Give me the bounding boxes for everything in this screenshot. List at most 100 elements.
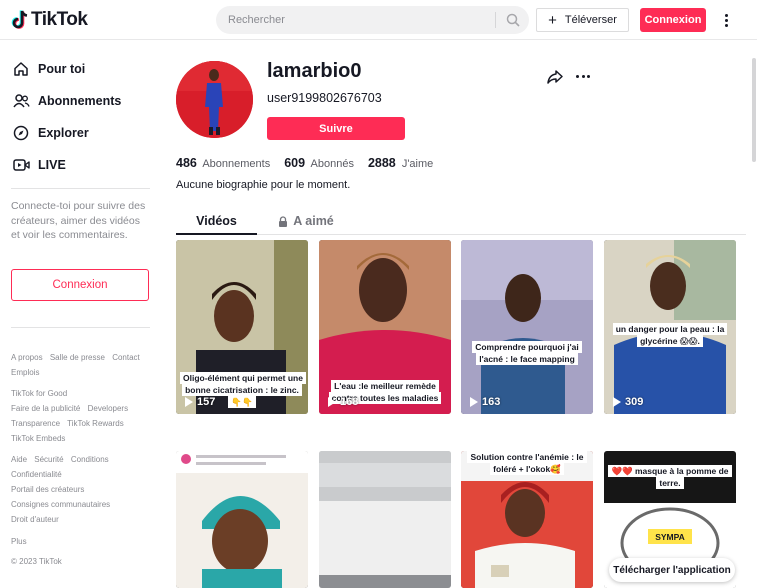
video-caption: Solution contre l'anémie : le foléré + l… xyxy=(465,451,589,475)
footer-link-transparency[interactable]: Transparence xyxy=(11,419,60,428)
scrollbar-thumb[interactable] xyxy=(752,58,756,162)
people-icon xyxy=(12,92,30,110)
logo-text: TikTok xyxy=(31,9,88,30)
nav-item-following[interactable]: Abonnements xyxy=(12,89,121,113)
copyright-text: © 2023 TikTok xyxy=(11,557,62,566)
video-card[interactable]: Oligo-élément qui permet une bonne cicat… xyxy=(176,240,308,414)
footer-link-privacy[interactable]: Confidentialité xyxy=(11,470,62,479)
play-icon xyxy=(185,397,193,407)
more-menu-icon[interactable] xyxy=(720,10,732,30)
avatar-image xyxy=(176,61,253,138)
play-count: 163 xyxy=(470,396,500,408)
login-button[interactable]: Connexion xyxy=(640,8,706,32)
share-icon[interactable] xyxy=(546,68,564,86)
video-card[interactable]: un danger pour la peau : la glycérine 😱😱… xyxy=(604,240,736,414)
footer-row: Transparence TikTok Rewards xyxy=(11,419,129,428)
nav-label: LIVE xyxy=(38,158,66,172)
footer-link-safety[interactable]: Sécurité xyxy=(34,455,63,464)
footer-link-newsroom[interactable]: Salle de presse xyxy=(50,353,105,362)
nav-item-live[interactable]: LIVE xyxy=(12,153,66,177)
nav-label: Explorer xyxy=(38,126,89,140)
footer-link-rewards[interactable]: TikTok Rewards xyxy=(67,419,124,428)
search-bar xyxy=(216,6,529,34)
nav-item-explore[interactable]: Explorer xyxy=(12,121,89,145)
left-sidebar: Pour toi Abonnements Explorer LIVE Conne… xyxy=(0,41,160,588)
tiktok-note-icon xyxy=(11,10,28,29)
likes-count: 2888 xyxy=(367,156,396,170)
follow-button[interactable]: Suivre xyxy=(267,117,405,140)
active-tab-indicator xyxy=(176,233,257,235)
profile-stats: 486 Abonnements 609 Abonnés 2888 J'aime xyxy=(176,156,447,172)
upload-label: Téléverser xyxy=(564,14,617,26)
footer-link-developers[interactable]: Developers xyxy=(88,404,128,413)
likes-label: J'aime xyxy=(401,158,434,170)
likes-stat: 2888 J'aime xyxy=(368,156,433,170)
footer-link-careers[interactable]: Emplois xyxy=(11,368,39,377)
following-stat[interactable]: 486 Abonnements xyxy=(176,156,270,170)
sidebar-login-button[interactable]: Connexion xyxy=(11,269,149,301)
nav-label: Abonnements xyxy=(38,94,122,108)
login-hint: Connecte-toi pour suivre des créateurs, … xyxy=(11,200,146,241)
nav-item-for-you[interactable]: Pour toi xyxy=(12,57,85,81)
tab-videos[interactable]: Vidéos xyxy=(176,207,257,235)
upload-button[interactable]: + Téléverser xyxy=(536,8,629,32)
play-icon xyxy=(328,397,336,407)
footer-row: Aide Sécurité Conditions xyxy=(11,455,114,464)
video-caption: ❤️❤️ masque à la pomme de terre. xyxy=(608,465,732,489)
footer-row: TikTok Embeds xyxy=(11,434,70,443)
footer-row: Faire de la publicité Developers xyxy=(11,404,133,413)
profile-tabs: Vidéos A aimé xyxy=(176,207,746,235)
video-thumbnail xyxy=(461,240,593,414)
tiktok-logo[interactable]: TikTok xyxy=(11,8,88,32)
video-card[interactable]: L'eau :le meilleur remède contre toutes … xyxy=(319,240,451,414)
followers-count: 609 xyxy=(284,156,306,170)
play-count: 168 xyxy=(328,396,358,408)
footer-row: Droit d'auteur xyxy=(11,515,64,524)
footer-link-contact[interactable]: Contact xyxy=(112,353,140,362)
footer-row: A propos Salle de presse Contact xyxy=(11,353,145,362)
video-thumbnail xyxy=(319,451,451,588)
following-count: 486 xyxy=(176,156,197,170)
footer-link-terms[interactable]: Conditions xyxy=(71,455,109,464)
lock-icon xyxy=(279,215,288,227)
search-button[interactable] xyxy=(501,9,525,31)
footer-link-guidelines[interactable]: Consignes communautaires xyxy=(11,500,110,509)
tab-liked-label: A aimé xyxy=(293,214,334,228)
video-caption: un danger pour la peau : la glycérine 😱😱… xyxy=(608,323,732,347)
more-options-icon[interactable] xyxy=(576,75,590,79)
footer-more-link[interactable]: Plus xyxy=(11,537,27,546)
footer-row: Consignes communautaires xyxy=(11,500,115,509)
profile-main: lamarbio0 user9199802676703 Suivre 486 A… xyxy=(176,41,746,588)
search-icon xyxy=(506,13,520,27)
followers-label: Abonnés xyxy=(310,158,354,170)
avatar xyxy=(176,61,253,138)
tab-liked[interactable]: A aimé xyxy=(266,207,346,235)
play-count: 309 xyxy=(613,396,643,408)
search-input[interactable] xyxy=(228,6,488,34)
footer-link-embeds[interactable]: TikTok Embeds xyxy=(11,434,65,443)
video-caption: Comprendre pourquoi j'ai l'acné : le fac… xyxy=(465,341,589,365)
home-icon xyxy=(12,60,30,78)
footer-link-advertise[interactable]: Faire de la publicité xyxy=(11,404,80,413)
play-icon xyxy=(613,397,621,407)
footer-link-help[interactable]: Aide xyxy=(11,455,27,464)
sidebar-divider xyxy=(11,188,150,189)
video-card[interactable]: Comprendre pourquoi j'ai l'acné : le fac… xyxy=(461,240,593,414)
footer-link-about[interactable]: A propos xyxy=(11,353,43,362)
followers-stat[interactable]: 609 Abonnés xyxy=(284,156,354,170)
sidebar-divider xyxy=(11,327,150,328)
footer-row: Emplois xyxy=(11,368,44,377)
video-card[interactable] xyxy=(176,451,308,588)
following-label: Abonnements xyxy=(202,158,271,170)
play-icon xyxy=(470,397,478,407)
get-app-button[interactable]: Télécharger l'application xyxy=(609,558,735,582)
live-icon xyxy=(12,156,30,174)
video-card[interactable] xyxy=(319,451,451,588)
footer-link-for-good[interactable]: TikTok for Good xyxy=(11,389,67,398)
plus-icon: + xyxy=(548,11,557,29)
footer-link-creator-portal[interactable]: Portail des créateurs xyxy=(11,485,84,494)
footer-link-copyright[interactable]: Droit d'auteur xyxy=(11,515,59,524)
profile-bio: Aucune biographie pour le moment. xyxy=(176,179,351,191)
footer-row: Portail des créateurs xyxy=(11,485,89,494)
video-card[interactable]: Solution contre l'anémie : le foléré + l… xyxy=(461,451,593,588)
